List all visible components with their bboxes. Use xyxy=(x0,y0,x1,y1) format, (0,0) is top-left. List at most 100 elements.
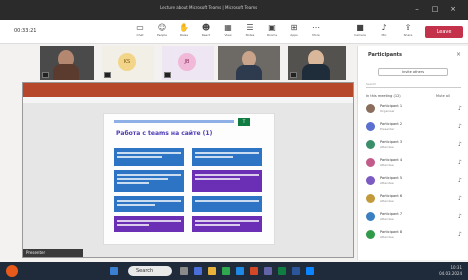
leave-button[interactable]: Leave xyxy=(425,26,463,38)
participant-row[interactable]: Participant 7 Attendee ♪ xyxy=(366,210,466,224)
mic-icon: ♪ xyxy=(458,141,462,148)
rooms-icon: ▣ xyxy=(268,23,276,32)
people-button[interactable]: ☺ People xyxy=(154,23,170,41)
camera-button[interactable]: ■ Camera xyxy=(352,23,368,41)
minimize-icon[interactable]: – xyxy=(410,4,424,14)
maximize-icon[interactable]: □ xyxy=(428,4,442,14)
notes-button[interactable]: ☰ Notes xyxy=(242,23,258,41)
mail-icon[interactable] xyxy=(306,267,314,275)
chat-icon: ▭ xyxy=(136,23,144,32)
slide-box xyxy=(192,216,262,232)
slide-box xyxy=(114,216,184,232)
participant-video-strip: KS JB xyxy=(22,46,352,80)
more-button[interactable]: ⋯ More xyxy=(308,23,324,41)
mic-icon: ♪ xyxy=(458,159,462,166)
camera-icon: ■ xyxy=(356,23,364,32)
video-tile[interactable] xyxy=(40,46,94,80)
view-button[interactable]: ▦ View xyxy=(220,23,236,41)
avatar: JB xyxy=(178,53,196,71)
mic-icon: ♪ xyxy=(458,177,462,184)
more-icon: ⋯ xyxy=(312,23,320,32)
video-tile[interactable] xyxy=(288,46,346,80)
folder-icon[interactable] xyxy=(208,267,216,275)
start-icon[interactable] xyxy=(6,265,18,277)
participant-row[interactable]: Participant 5 Attendee ♪ xyxy=(366,174,466,188)
mic-off-icon xyxy=(164,72,171,78)
slide-box xyxy=(192,148,262,166)
participant-row[interactable]: Participant 8 Attendee ♪ xyxy=(366,228,466,242)
react-button[interactable]: ☻ React xyxy=(198,23,214,41)
avatar: KS xyxy=(118,53,136,71)
close-icon[interactable]: × xyxy=(446,4,460,14)
mic-off-icon xyxy=(104,72,111,78)
participant-search-input[interactable]: Search xyxy=(366,82,461,88)
chrome-icon[interactable] xyxy=(222,267,230,275)
windows-icon[interactable] xyxy=(110,267,118,275)
slide-header-line xyxy=(114,120,234,123)
video-tile[interactable]: JB xyxy=(162,46,214,80)
slide-box xyxy=(114,148,184,166)
people-icon: ☺ xyxy=(157,23,167,32)
video-tile[interactable]: KS xyxy=(102,46,154,80)
word-icon[interactable] xyxy=(292,267,300,275)
video-tile[interactable] xyxy=(218,46,280,80)
avatar xyxy=(366,158,375,167)
chat-button[interactable]: ▭ Chat xyxy=(132,23,148,41)
avatar xyxy=(366,140,375,149)
react-icon: ☻ xyxy=(201,23,211,32)
presenter-caption: Presenter xyxy=(23,249,83,257)
slide-box xyxy=(192,196,262,212)
mic-icon: ♪ xyxy=(458,123,462,130)
share-button[interactable]: ⇪ Share xyxy=(400,23,416,41)
mic-icon: ♪ xyxy=(458,231,462,238)
powerpoint-icon[interactable] xyxy=(250,267,258,275)
share-icon: ⇪ xyxy=(404,23,412,32)
mic-off-icon xyxy=(42,72,49,78)
slide-box xyxy=(192,170,262,192)
close-icon[interactable]: × xyxy=(456,51,461,58)
teams-window: Lecture about Microsoft Teams | Microsof… xyxy=(0,0,468,280)
mic-button[interactable]: ♪ Mic xyxy=(376,23,392,41)
mic-icon: ♪ xyxy=(381,23,387,32)
avatar xyxy=(366,212,375,221)
mute-all-button[interactable]: Mute all xyxy=(436,94,450,98)
task-view-icon[interactable] xyxy=(180,267,188,275)
participant-row[interactable]: Participant 3 Attendee ♪ xyxy=(366,138,466,152)
title-bar: Lecture about Microsoft Teams | Microsof… xyxy=(0,0,468,20)
system-clock[interactable]: 10:31 04.03.2024 xyxy=(430,265,462,277)
avatar xyxy=(366,176,375,185)
notes-icon: ☰ xyxy=(246,23,254,32)
avatar xyxy=(366,122,375,131)
apps-button[interactable]: ⊞ Apps xyxy=(286,23,302,41)
excel-icon[interactable] xyxy=(278,267,286,275)
participant-row[interactable]: Participant 1 Organiser ♪ xyxy=(366,102,466,116)
slide-canvas: T Работа с teams на сайте (1) xyxy=(23,103,353,257)
meeting-toolbar: 00:33:21 ▭ Chat ☺ People ✋ Raise ☻ React ▦ Vi… xyxy=(0,20,468,44)
slide-box xyxy=(114,170,184,192)
shared-screen: T Работа с teams на сайте (1) Presenter xyxy=(22,82,354,258)
avatar xyxy=(366,104,375,113)
slide-badge: T xyxy=(238,118,250,126)
panel-title: Participants xyxy=(368,52,403,58)
in-meeting-header[interactable]: In this meeting (12) xyxy=(366,94,401,98)
participant-row[interactable]: Participant 2 Presenter ♪ xyxy=(366,120,466,134)
mic-icon: ♪ xyxy=(458,213,462,220)
participant-row[interactable]: Participant 4 Attendee ♪ xyxy=(366,156,466,170)
app-icon[interactable] xyxy=(264,267,272,275)
edge-icon[interactable] xyxy=(236,267,244,275)
slide: T Работа с teams на сайте (1) xyxy=(103,113,275,245)
mic-off-icon xyxy=(290,72,297,78)
rooms-button[interactable]: ▣ Rooms xyxy=(264,23,280,41)
teams-icon[interactable] xyxy=(194,267,202,275)
invite-button[interactable]: Invite others xyxy=(378,68,448,76)
participant-row[interactable]: Participant 6 Attendee ♪ xyxy=(366,192,466,206)
raise-hand-button[interactable]: ✋ Raise xyxy=(176,23,192,41)
powerpoint-ribbon xyxy=(23,83,353,97)
taskbar-search[interactable]: Search xyxy=(128,266,172,276)
window-title: Lecture about Microsoft Teams | Microsof… xyxy=(160,5,258,10)
hand-icon: ✋ xyxy=(179,23,189,32)
windows-taskbar: Search 10:31 04.03.2024 xyxy=(0,262,468,280)
mic-icon: ♪ xyxy=(458,105,462,112)
slide-title: Работа с teams на сайте (1) xyxy=(116,130,213,137)
meeting-timer: 00:33:21 xyxy=(14,28,37,34)
